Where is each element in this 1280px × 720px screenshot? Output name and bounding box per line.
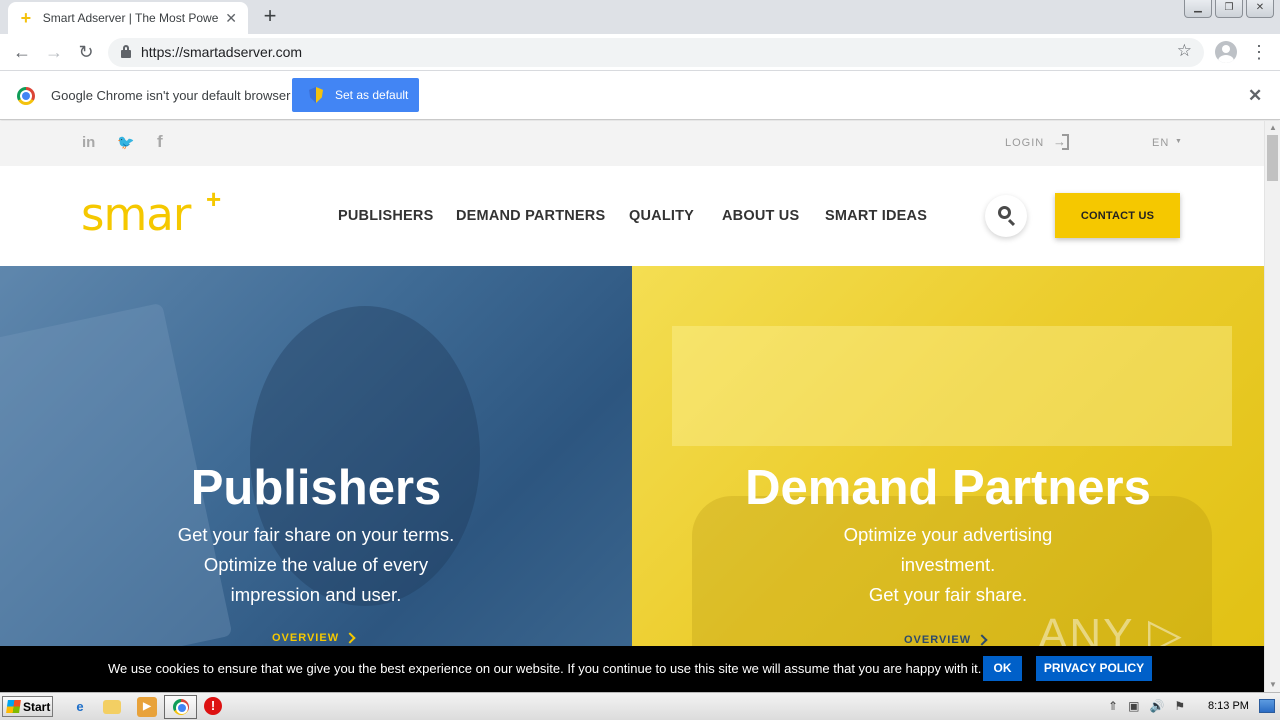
- restore-button[interactable]: ❐: [1215, 0, 1243, 18]
- profile-avatar-icon[interactable]: [1215, 41, 1237, 63]
- scroll-down-icon[interactable]: ▼: [1265, 678, 1280, 692]
- show-desktop-button[interactable]: [1259, 699, 1275, 713]
- hero-photo-windows: [672, 326, 1232, 446]
- bookmark-star-icon[interactable]: ☆: [1177, 41, 1192, 61]
- set-as-default-label: Set as default: [335, 88, 409, 102]
- url-text: https://smartadserver.com: [141, 44, 303, 60]
- tab-strip: + Smart Adserver | The Most Powerful ✕ +…: [0, 0, 1280, 34]
- lock-icon: [121, 45, 131, 58]
- windows-taskbar: Start e ▶ ! ⇑ ▣ 🔊 ⚑ 8:13 PM: [0, 692, 1280, 720]
- cookie-banner: We use cookies to ensure that we give yo…: [0, 646, 1264, 692]
- language-selector[interactable]: EN: [1152, 137, 1169, 149]
- new-tab-button[interactable]: +: [258, 5, 282, 28]
- facebook-icon[interactable]: f: [157, 132, 163, 152]
- tab-title: Smart Adserver | The Most Powerful: [42, 11, 219, 25]
- volume-icon[interactable]: 🔊: [1149, 699, 1164, 713]
- nav-about-us[interactable]: ABOUT US: [722, 208, 799, 224]
- publishers-overview-link[interactable]: OVERVIEW: [272, 632, 339, 644]
- internet-explorer-icon[interactable]: e: [70, 697, 90, 717]
- demand-partners-title: Demand Partners: [745, 461, 1151, 515]
- default-browser-infobar: Google Chrome isn't your default browser…: [0, 71, 1280, 120]
- search-button[interactable]: [985, 195, 1027, 237]
- search-icon: [998, 206, 1011, 219]
- chrome-taskbar-icon: [173, 699, 189, 715]
- publishers-subtitle-line: Optimize the value of every: [203, 554, 429, 575]
- network-icon[interactable]: ▣: [1128, 699, 1139, 713]
- chrome-menu-icon[interactable]: ⋮: [1250, 40, 1268, 64]
- site-header: smar + PUBLISHERS DEMAND PARTNERS QUALIT…: [0, 166, 1264, 266]
- page-viewport: in 🐦 f LOGIN → EN ▼ smar + PUBLISHERS DE…: [0, 121, 1264, 692]
- demand-partners-subtitle: Optimize your advertising investment. Ge…: [632, 520, 1264, 610]
- taskbar-clock[interactable]: 8:13 PM: [1208, 700, 1249, 712]
- contact-us-button[interactable]: CONTACT US: [1055, 193, 1180, 238]
- site-topbar: in 🐦 f LOGIN → EN ▼: [0, 121, 1264, 166]
- smart-favicon-icon: +: [20, 8, 32, 28]
- action-center-flag-icon[interactable]: ⚑: [1174, 699, 1185, 713]
- demand-partners-subtitle-line: investment.: [900, 554, 996, 575]
- address-bar[interactable]: https://smartadserver.com ☆: [108, 38, 1204, 67]
- chrome-taskbar-button[interactable]: [164, 695, 197, 719]
- infobar-message: Google Chrome isn't your default browser: [51, 88, 291, 103]
- cookie-message: We use cookies to ensure that we give yo…: [108, 661, 982, 676]
- scrollbar-thumb[interactable]: [1267, 135, 1278, 181]
- back-button[interactable]: ←: [10, 40, 34, 64]
- nav-smart-ideas[interactable]: SMART IDEAS: [825, 208, 927, 224]
- windows-flag-icon: [6, 700, 21, 713]
- system-tray: ⇑ ▣ 🔊 ⚑: [1108, 699, 1185, 713]
- nav-quality[interactable]: QUALITY: [629, 208, 694, 224]
- file-explorer-icon[interactable]: [103, 700, 121, 714]
- chevron-right-icon: [344, 632, 356, 644]
- publishers-hero[interactable]: Publishers Get your fair share on your t…: [0, 266, 632, 692]
- set-as-default-button[interactable]: Set as default: [292, 78, 419, 112]
- demand-partners-subtitle-line: Get your fair share.: [868, 584, 1028, 605]
- start-label: Start: [23, 699, 51, 714]
- browser-tab[interactable]: + Smart Adserver | The Most Powerful ✕: [8, 2, 248, 34]
- tray-expand-icon[interactable]: ⇑: [1108, 699, 1118, 713]
- publishers-subtitle-line: impression and user.: [230, 584, 402, 605]
- stop-sign-icon[interactable]: !: [204, 697, 222, 715]
- tab-close-icon[interactable]: ✕: [224, 11, 238, 25]
- minimize-button[interactable]: ▁: [1184, 0, 1212, 18]
- demand-partners-overview-link[interactable]: OVERVIEW: [904, 634, 971, 646]
- page-scrollbar[interactable]: ▲ ▼: [1264, 121, 1280, 692]
- nav-demand-partners[interactable]: DEMAND PARTNERS: [456, 208, 605, 224]
- privacy-policy-button[interactable]: PRIVACY POLICY: [1036, 656, 1152, 681]
- publishers-subtitle: Get your fair share on your terms. Optim…: [0, 520, 632, 610]
- scroll-up-icon[interactable]: ▲: [1265, 121, 1280, 135]
- logo-plus-mark: +: [206, 184, 222, 214]
- infobar-close-icon[interactable]: ✕: [1248, 86, 1262, 106]
- reload-button[interactable]: ↻: [74, 40, 98, 64]
- window-controls: ▁ ❐ ✕: [1181, 0, 1274, 18]
- cookie-ok-button[interactable]: OK: [983, 656, 1022, 681]
- demand-partners-subtitle-line: Optimize your advertising: [843, 524, 1053, 545]
- smart-logo[interactable]: smar: [81, 188, 191, 241]
- uac-shield-icon: [309, 87, 323, 103]
- linkedin-icon[interactable]: in: [82, 134, 95, 151]
- nav-publishers[interactable]: PUBLISHERS: [338, 208, 433, 224]
- twitter-icon[interactable]: 🐦: [117, 134, 134, 151]
- browser-toolbar: ← → ↻ https://smartadserver.com ☆ ⋮: [0, 34, 1280, 71]
- start-button[interactable]: Start: [2, 696, 53, 717]
- publishers-subtitle-line: Get your fair share on your terms.: [177, 524, 455, 545]
- login-icon[interactable]: →: [1053, 134, 1069, 150]
- publishers-title: Publishers: [190, 461, 442, 515]
- media-player-icon[interactable]: ▶: [137, 697, 157, 717]
- caret-down-icon: ▼: [1175, 138, 1182, 145]
- window-close-button[interactable]: ✕: [1246, 0, 1274, 18]
- login-link[interactable]: LOGIN: [1005, 137, 1044, 149]
- chrome-logo-icon: [17, 87, 35, 105]
- forward-button[interactable]: →: [42, 40, 66, 64]
